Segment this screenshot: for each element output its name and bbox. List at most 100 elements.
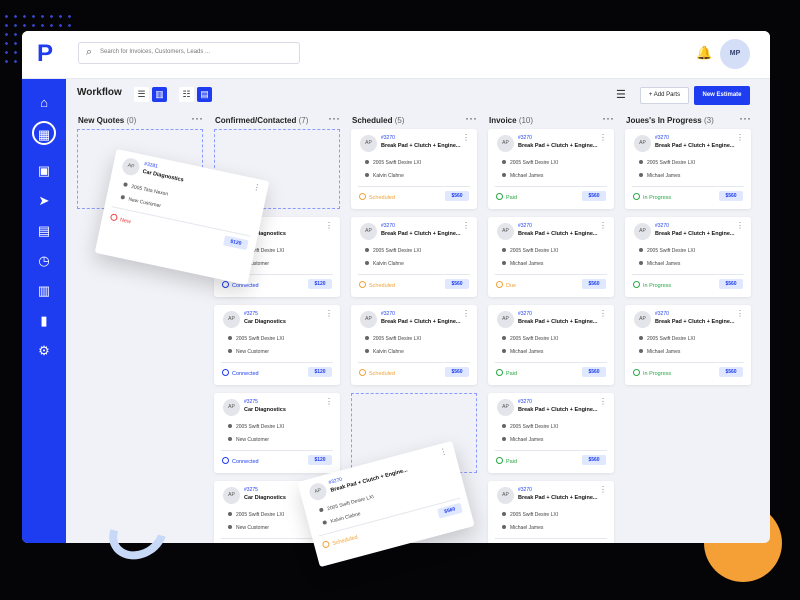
job-id[interactable]: #3270: [518, 487, 532, 493]
card-more-icon[interactable]: ⋮: [462, 310, 470, 318]
left-sidebar: ⌂ ▦ ▣ ➤ ▤ ◷ ▥ ▮ ⚙: [22, 79, 66, 543]
customer-avatar: AP: [120, 156, 141, 177]
add-parts-button[interactable]: + Add Parts: [640, 87, 689, 104]
table-icon[interactable]: ▤: [34, 221, 54, 241]
vehicle-info: 2005 Swift Desire LXI: [365, 336, 421, 342]
column-title: Scheduled (5): [352, 116, 405, 125]
document-icon[interactable]: ▥: [34, 281, 54, 301]
card-more-icon[interactable]: ⋮: [736, 310, 744, 318]
job-id[interactable]: #3270: [381, 135, 395, 141]
vehicle-info: 2005 Swift Desire LXI: [639, 336, 695, 342]
job-card[interactable]: AP #3270 Break Pad + Clutch + Engine... …: [351, 305, 477, 385]
status-badge: Connected: [222, 457, 259, 465]
vehicle-info: 2005 Tata Nexon: [123, 182, 169, 198]
price-badge: $560: [719, 367, 743, 377]
price-badge: $560: [445, 367, 469, 377]
status-badge: In Progress: [633, 193, 671, 201]
column-jobs-in-progress: Joues's In Progress (3) ··· AP #3270 Bre…: [625, 112, 751, 543]
more-icon[interactable]: ···: [465, 112, 477, 124]
user-avatar[interactable]: MP: [720, 39, 750, 69]
customer-name: Kalvin Clahne: [365, 173, 404, 179]
job-id[interactable]: #3270: [518, 399, 532, 405]
list-view-button[interactable]: ☰: [134, 87, 149, 102]
card-more-icon[interactable]: ⋮: [599, 310, 607, 318]
card-more-icon[interactable]: ⋮: [462, 134, 470, 142]
job-id[interactable]: #3270: [655, 223, 669, 229]
card-more-icon[interactable]: ⋮: [438, 446, 448, 457]
card-divider: [221, 450, 333, 451]
card-more-icon[interactable]: ⋮: [599, 222, 607, 230]
job-card[interactable]: AP #3270 Break Pad + Clutch + Engine... …: [488, 393, 614, 473]
job-id[interactable]: #3275: [244, 311, 258, 317]
search-input[interactable]: ⌕ Search for Invoices, Customers, Leads …: [78, 42, 300, 64]
job-id[interactable]: #3270: [518, 223, 532, 229]
card-divider: [358, 274, 470, 275]
more-icon[interactable]: ···: [602, 112, 614, 124]
card-more-icon[interactable]: ⋮: [736, 134, 744, 142]
customer-name: New Customer: [120, 195, 162, 210]
job-card[interactable]: AP #3270 Break Pad + Clutch + Engine... …: [351, 129, 477, 209]
card-more-icon[interactable]: ⋮: [252, 182, 262, 192]
customer-avatar: AP: [223, 311, 240, 328]
card-more-icon[interactable]: ⋮: [325, 398, 333, 406]
job-id[interactable]: #3275: [244, 487, 258, 493]
job-card[interactable]: AP #3270 Break Pad + Clutch + Engine... …: [625, 305, 751, 385]
calendar-icon[interactable]: ▣: [34, 161, 54, 181]
customer-avatar: AP: [360, 223, 377, 240]
more-icon[interactable]: ···: [328, 112, 340, 124]
send-icon[interactable]: ➤: [34, 191, 54, 211]
card-more-icon[interactable]: ⋮: [599, 398, 607, 406]
notification-bell-icon[interactable]: 🔔: [696, 45, 712, 61]
card-more-icon[interactable]: ⋮: [599, 134, 607, 142]
vehicle-info: 2005 Swift Desire LXI: [502, 248, 558, 254]
more-icon[interactable]: ···: [739, 112, 751, 124]
customer-name: Michael James: [502, 437, 543, 443]
column-title: New Quotes (0): [78, 116, 137, 125]
job-title: Break Pad + Clutch + Engine...: [381, 231, 461, 237]
new-estimate-button[interactable]: New Estimate: [694, 86, 750, 105]
board-view-button[interactable]: ▥: [152, 87, 167, 102]
clock-icon[interactable]: ◷: [34, 251, 54, 271]
compact-list-view-button[interactable]: ☷: [179, 87, 194, 102]
job-card[interactable]: AP #3270 Break Pad + Clutch + Engine... …: [488, 481, 614, 543]
job-card[interactable]: AP #3270 Break Pad + Clutch + Engine... …: [351, 217, 477, 297]
card-more-icon[interactable]: ⋮: [736, 222, 744, 230]
job-card[interactable]: AP #3270 Break Pad + Clutch + Engine... …: [488, 217, 614, 297]
job-id[interactable]: #3270: [518, 135, 532, 141]
card-more-icon[interactable]: ⋮: [325, 310, 333, 318]
job-card[interactable]: AP #3270 Break Pad + Clutch + Engine... …: [625, 217, 751, 297]
job-title: Car Diagnostics: [244, 407, 286, 413]
table-view-button[interactable]: ▤: [197, 87, 212, 102]
price-badge: $560: [582, 191, 606, 201]
card-more-icon[interactable]: ⋮: [325, 222, 333, 230]
status-badge: Scheduled: [359, 369, 395, 377]
job-card[interactable]: AP #3275 Car Diagnostics ⋮ 2005 Swift De…: [214, 393, 340, 473]
customer-avatar: AP: [497, 223, 514, 240]
job-id[interactable]: #3270: [655, 135, 669, 141]
settings-icon[interactable]: ⚙: [34, 341, 54, 361]
job-id[interactable]: #3270: [655, 311, 669, 317]
more-icon[interactable]: ···: [191, 112, 203, 124]
grid-icon[interactable]: ▦: [32, 121, 56, 145]
job-id[interactable]: #3270: [381, 311, 395, 317]
job-card[interactable]: AP #3270 Break Pad + Clutch + Engine... …: [488, 305, 614, 385]
job-id[interactable]: #3275: [244, 399, 258, 405]
bar-chart-icon[interactable]: ▮: [34, 311, 54, 331]
home-icon[interactable]: ⌂: [34, 93, 54, 113]
job-card[interactable]: AP #3270 Break Pad + Clutch + Engine... …: [625, 129, 751, 209]
card-more-icon[interactable]: ⋮: [599, 486, 607, 494]
vehicle-info: 2005 Swift Desire LXI: [228, 336, 284, 342]
job-card[interactable]: AP #3275 Car Diagnostics ⋮ 2005 Swift De…: [214, 305, 340, 385]
column-title: Joues's In Progress (3): [626, 116, 714, 125]
status-badge: Paid: [496, 193, 517, 201]
customer-avatar: AP: [634, 311, 651, 328]
status-badge: Connected: [222, 369, 259, 377]
search-icon: ⌕: [86, 46, 93, 58]
job-card[interactable]: AP #3270 Break Pad + Clutch + Engine... …: [488, 129, 614, 209]
job-id[interactable]: #3270: [381, 223, 395, 229]
job-id[interactable]: #3270: [518, 311, 532, 317]
customer-name: Michael James: [502, 349, 543, 355]
vehicle-info: 2005 Swift Desire LXI: [228, 424, 284, 430]
card-more-icon[interactable]: ⋮: [462, 222, 470, 230]
filter-icon[interactable]: ☰: [616, 88, 626, 101]
